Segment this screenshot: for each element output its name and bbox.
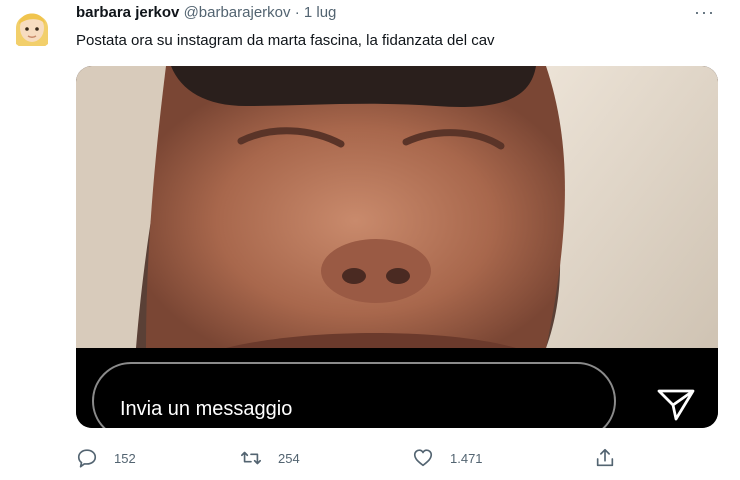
- like-button[interactable]: 1.471: [412, 444, 483, 472]
- reply-count: 152: [114, 450, 136, 466]
- share-button[interactable]: [594, 444, 632, 472]
- retweet-count: 254: [278, 450, 300, 466]
- paper-plane-icon[interactable]: [656, 388, 696, 422]
- like-count: 1.471: [450, 450, 483, 466]
- retweet-icon: [241, 451, 261, 465]
- heart-icon: [413, 449, 433, 467]
- media-photo: [76, 66, 718, 348]
- author-handle[interactable]: @barbarajerkov: [184, 4, 291, 21]
- reply-button[interactable]: 152: [76, 444, 136, 472]
- tweet-text: Postata ora su instagram da marta fascin…: [76, 32, 495, 49]
- share-icon: [596, 448, 614, 467]
- tweet-media[interactable]: Invia un messaggio: [76, 66, 718, 428]
- date-separator: ·: [294, 4, 300, 21]
- avatar[interactable]: [8, 2, 56, 50]
- reply-icon: [77, 449, 97, 468]
- message-placeholder: Invia un messaggio: [120, 398, 293, 420]
- tweet-date[interactable]: 1 lug: [304, 4, 337, 21]
- action-bar: 152 254 1.471: [76, 444, 636, 472]
- more-options-button[interactable]: ···: [694, 2, 715, 23]
- author-name[interactable]: barbara jerkov: [76, 4, 179, 21]
- blonde-woman-emoji-icon: [16, 13, 48, 46]
- tweet-header: barbara jerkov @barbarajerkov · 1 lug: [76, 4, 336, 21]
- retweet-button[interactable]: 254: [240, 444, 300, 472]
